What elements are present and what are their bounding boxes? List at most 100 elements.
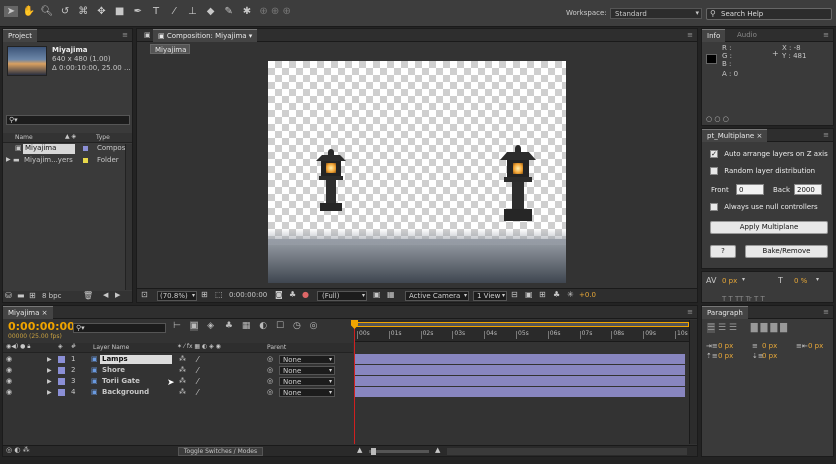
justify-center-icon[interactable]: ▇ [761,323,768,333]
close-icon[interactable]: × [754,132,762,140]
draft-3d-icon[interactable]: ◈ [207,321,214,331]
parent-dropdown[interactable]: None ▾ [279,388,335,397]
disclosure-triangle-icon[interactable]: ▶ [47,376,52,387]
multiplane-tab[interactable]: pt_Multiplane × [702,129,768,142]
exposure-icon[interactable]: ✳ [567,290,574,299]
graph-editor-icon[interactable]: ◎ [310,321,318,331]
panel-menu-icon[interactable]: ≡ [122,31,128,39]
justify-left-icon[interactable]: ▇ [751,323,758,333]
close-window-icon[interactable]: ○ [706,115,712,123]
switch-icon[interactable]: ⁂ [179,376,186,387]
layer-row[interactable]: ◉ ▶ 1 ▣ Lamps ⁂ ⁄ ◎ None ▾ [3,354,353,365]
front-input[interactable]: 0 [736,184,764,195]
disclosure-triangle-icon[interactable]: ▶ [47,354,52,365]
info-tab[interactable]: Info [702,29,726,42]
label-color-swatch[interactable] [58,367,65,374]
chevron-down-icon[interactable]: ▾ [816,276,819,283]
hand-tool-icon[interactable]: ✋ [21,6,36,17]
comp-settings-icons[interactable]: ◎ ◐ ⁂ [6,446,30,454]
zoom-dropdown[interactable]: (70.8%) ▾ [157,291,197,301]
timeline-icon[interactable]: ⊞ [539,290,546,299]
video-eye-icon[interactable]: ◉ [6,387,12,398]
text-tool-icon[interactable]: T [149,6,164,17]
justify-all-icon[interactable]: ▇ [780,323,787,333]
composition-tab[interactable]: ▣ Composition: Miyajima ▾ [153,29,258,42]
zoom-out-icon[interactable]: ▲ [357,446,362,454]
rotate-tool-icon[interactable]: ↺ [58,6,73,17]
workspace-dropdown[interactable]: Standard ▾ [610,8,702,19]
composition-viewer[interactable] [268,61,566,283]
project-tab[interactable]: Project [3,29,37,42]
layer-row[interactable]: ◉ ▶ 4 ▣ Background ⁂ ⁄ ◎ None ▾ [3,387,353,398]
interpret-footage-icon[interactable]: ⛁ [5,291,12,300]
video-eye-icon[interactable]: ◉ [6,365,12,376]
layer-name[interactable]: Torii Gate [102,376,140,387]
align-left-icon[interactable]: ☰ [707,323,716,333]
label-color-swatch[interactable] [58,378,65,385]
paragraph-tab[interactable]: Paragraph [702,306,748,319]
view-layout-dropdown[interactable]: 1 View ▾ [473,291,507,301]
zoom-in-icon[interactable]: ▲ [435,446,440,454]
help-button[interactable]: ? [710,245,736,258]
disclosure-triangle-icon[interactable]: ▶ [6,156,11,163]
timeline-zoom-slider[interactable] [369,448,429,455]
column-name[interactable]: Name [15,134,33,141]
indent-first-value[interactable]: 0 px [762,342,777,350]
toggle-pixel-icon[interactable]: ⊟ [511,290,518,299]
comp-mini-flowchart-icon[interactable]: ⊢ [173,321,181,331]
project-row[interactable]: ▶ ▬ Miyajim...yers Folder [3,156,125,166]
timeline-zoom-thumb[interactable] [371,448,376,455]
pen-tool-icon[interactable]: ✒ [130,6,145,17]
label-color-swatch[interactable] [58,389,65,396]
puppet-tool-icon[interactable]: ✱ [239,6,254,17]
chevron-down-icon[interactable]: ▾ [742,276,745,283]
null-controllers-checkbox[interactable] [710,203,718,211]
live-update-icon[interactable]: ▣ [189,321,199,331]
label-color-swatch[interactable] [58,356,65,363]
mask-visibility-icon[interactable]: ⬚ [215,290,223,299]
video-eye-icon[interactable]: ◉ [6,354,12,365]
indent-right-value[interactable]: 0 px [808,342,823,350]
motion-blur-icon[interactable]: ◐ [259,321,267,331]
layer-row[interactable]: ◉ ▶ 2 ▣ Shore ⁂ ⁄ ◎ None ▾ [3,365,353,376]
quality-icon[interactable]: ⁄ [197,365,198,376]
layer-name[interactable]: Background [102,387,149,398]
parent-pick-whip-icon[interactable]: ◎ [267,365,273,376]
transparency-grid-icon[interactable]: ▦ [387,290,395,299]
timeline-vertical-scrollbar[interactable] [689,320,697,444]
scroll-left-icon[interactable]: ◀ [103,291,108,299]
fast-previews-icon[interactable]: ▣ [525,290,533,299]
zoom-tool-icon[interactable]: 🔍︎ [39,6,54,17]
auto-arrange-checkbox[interactable]: ✓ [710,150,718,158]
null-controllers-option[interactable]: Always use null controllers [710,203,818,211]
random-distribution-option[interactable]: Random layer distribution [710,167,815,175]
composition-subtab[interactable]: Miyajima [150,44,190,54]
timeline-tab[interactable]: Miyajima × [3,306,53,319]
column-type[interactable]: Type [96,134,110,141]
rectangle-tool-icon[interactable]: ■ [112,6,127,17]
panel-menu-icon[interactable]: ≡ [823,131,829,139]
playhead[interactable] [351,320,358,444]
trash-icon[interactable]: 🗑︎ [83,291,93,300]
show-snapshot-icon[interactable]: ♣ [289,290,296,299]
resolution-dropdown[interactable]: (Full) ▾ [317,291,367,301]
parent-dropdown[interactable]: None ▾ [279,366,335,375]
shy-layers-icon[interactable]: ♣ [225,321,233,331]
bpc-label[interactable]: 8 bpc [42,292,61,300]
back-input[interactable]: 2000 [794,184,822,195]
project-row[interactable]: ▣ Miyajima Compos [3,144,125,154]
parent-dropdown[interactable]: None ▾ [279,377,335,386]
disclosure-triangle-icon[interactable]: ▶ [47,387,52,398]
roto-tool-icon[interactable]: ✎ [221,6,236,17]
snapshot-icon[interactable]: ◙ [275,290,283,299]
zoom-window-icon[interactable]: ○ [723,115,729,123]
video-eye-icon[interactable]: ◉ [6,376,12,387]
toggle-switches-modes-button[interactable]: Toggle Switches / Modes [178,447,263,456]
close-icon[interactable]: × [39,309,48,317]
bake-remove-button[interactable]: Bake/Remove [745,245,828,258]
align-center-icon[interactable]: ☰ [718,323,726,333]
panel-menu-icon[interactable]: ≡ [687,308,693,316]
camera-dropdown[interactable]: Active Camera ▾ [405,291,469,301]
random-distribution-checkbox[interactable] [710,167,718,175]
layer-duration-bar[interactable] [355,387,685,397]
